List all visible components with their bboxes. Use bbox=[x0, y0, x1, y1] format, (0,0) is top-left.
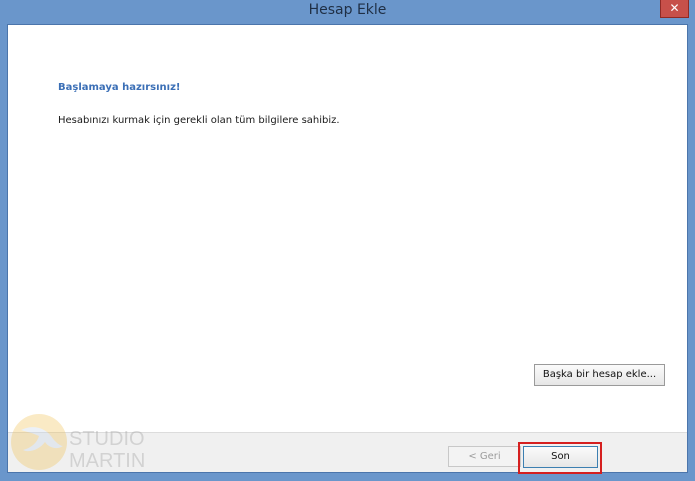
content-area: Başlamaya hazırsınız! Hesabınızı kurmak … bbox=[8, 25, 687, 432]
title-bar[interactable]: Hesap Ekle ✕ bbox=[0, 0, 695, 24]
watermark-logo: STUDIO MARTIN bbox=[5, 410, 145, 478]
close-button[interactable]: ✕ bbox=[660, 0, 689, 18]
back-button[interactable]: < Geri bbox=[448, 446, 521, 467]
watermark-text-studio: STUDIO bbox=[69, 428, 145, 450]
add-another-account-button[interactable]: Başka bir hesap ekle... bbox=[534, 364, 665, 386]
window-title: Hesap Ekle bbox=[308, 2, 387, 18]
watermark-text-martin: MARTIN bbox=[69, 450, 146, 472]
bird-icon bbox=[21, 427, 63, 452]
description-text: Hesabınızı kurmak için gerekli olan tüm … bbox=[58, 115, 340, 126]
close-icon: ✕ bbox=[669, 1, 680, 15]
page-heading: Başlamaya hazırsınız! bbox=[58, 82, 181, 93]
finish-button[interactable]: Son bbox=[523, 446, 598, 468]
dialog-window: Başlamaya hazırsınız! Hesabınızı kurmak … bbox=[7, 24, 688, 474]
